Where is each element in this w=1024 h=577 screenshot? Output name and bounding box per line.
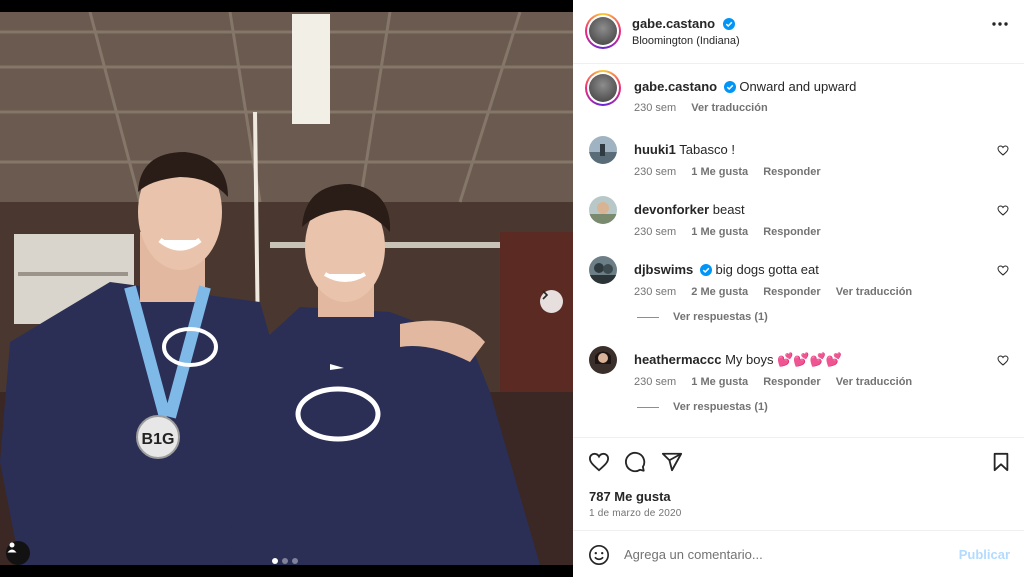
author-avatar[interactable] [585,13,621,49]
author-avatar[interactable] [585,70,621,106]
commenter-avatar[interactable] [589,256,617,284]
comment-text: big dogs gotta eat [715,262,819,277]
verified-badge-icon [723,81,736,93]
comment-text-line: heathermaccc My boys 💕💕💕💕 [634,352,842,368]
post-details-panel: gabe.castano Bloomington (Indiana) gabe.… [573,0,1024,577]
replies-divider [637,316,659,318]
comment-username[interactable]: huuki1 [634,142,676,157]
comments-list[interactable]: gabe.castano Onward and upward 230 sem V… [573,65,1024,437]
tagged-users-button[interactable] [6,541,30,565]
post-location[interactable]: Bloomington (Indiana) [632,35,740,47]
heart-icon[interactable] [997,205,1009,216]
view-replies-label: Ver respuestas (1) [673,401,768,413]
carousel-indicator [272,558,298,564]
user-tag-icon [7,542,17,553]
view-replies-label: Ver respuestas (1) [673,311,768,323]
comment-username[interactable]: heathermaccc [634,352,721,367]
comment-icon[interactable] [624,451,646,473]
comment-meta: 230 sem 2 Me gusta Responder Ver traducc… [634,286,924,298]
comment-like-count[interactable]: 2 Me gusta [691,286,748,298]
comment-age: 230 sem [634,286,677,298]
comment-text-line: devonforker beast [634,202,745,217]
comment-translate-link[interactable]: Ver traducción [836,376,912,388]
replies-divider [637,406,659,408]
comment-like-count[interactable]: 1 Me gusta [691,376,748,388]
next-slide-button[interactable] [540,290,563,313]
caption-author[interactable]: gabe.castano [634,79,717,94]
comment-composer: Publicar [573,531,1024,577]
comment-text: beast [712,202,745,217]
more-options-icon[interactable] [992,22,1008,26]
post-media[interactable]: B1G [0,12,573,565]
verified-badge-icon [699,264,712,276]
comment-meta: 230 sem 1 Me gusta Responder Ver traducc… [634,376,924,388]
commenter-avatar[interactable] [589,196,617,224]
save-icon[interactable] [992,452,1010,472]
comment-age: 230 sem [634,376,677,388]
comment-text-line: djbswims big dogs gotta eat [634,262,819,277]
author-info: gabe.castano [632,15,735,33]
caption-row: gabe.castano Onward and upward 230 sem V… [585,70,1009,114]
like-count[interactable]: 787 Me gusta [589,489,671,504]
comment-reply-button[interactable]: Responder [763,166,820,178]
comment-row: devonforker beast 230 sem 1 Me gusta Res… [589,196,1009,238]
view-replies-button[interactable]: Ver respuestas (1) [637,401,768,413]
comment-row: djbswims big dogs gotta eat 230 sem 2 Me… [589,256,1009,298]
post-actions: 787 Me gusta 1 de marzo de 2020 [573,437,1024,531]
svg-text:B1G: B1G [142,431,175,448]
carousel-dot [292,558,298,564]
comment-meta: 230 sem 1 Me gusta Responder [634,166,833,178]
comment-reply-button[interactable]: Responder [763,226,820,238]
comment-text: Tabasco ! [679,142,735,157]
view-replies-button[interactable]: Ver respuestas (1) [637,311,768,323]
post-header: gabe.castano Bloomington (Indiana) [573,0,1024,64]
caption-text: Onward and upward [739,79,857,94]
caption-meta: 230 sem Ver traducción [634,102,780,114]
heart-icon[interactable] [997,265,1009,276]
comment-translate-link[interactable]: Ver traducción [836,286,912,298]
heart-icon[interactable] [997,355,1009,366]
next-slide-icon [542,290,549,300]
publish-button[interactable]: Publicar [959,547,1010,562]
heart-icon[interactable] [588,452,610,472]
commenter-avatar[interactable] [589,346,617,374]
carousel-dot [272,558,278,564]
comment-username[interactable]: djbswims [634,262,693,277]
comment-reply-button[interactable]: Responder [763,286,820,298]
comment-like-count[interactable]: 1 Me gusta [691,226,748,238]
comment-meta: 230 sem 1 Me gusta Responder [634,226,833,238]
comment-row: huuki1 Tabasco ! 230 sem 1 Me gusta Resp… [589,136,1009,178]
comment-username[interactable]: devonforker [634,202,709,217]
share-icon[interactable] [661,451,683,473]
comment-age: 230 sem [634,226,677,238]
author-username[interactable]: gabe.castano [632,16,715,31]
caption-text-line: gabe.castano Onward and upward [634,79,856,94]
commenter-avatar[interactable] [589,136,617,164]
comment-like-count[interactable]: 1 Me gusta [691,166,748,178]
heart-icon[interactable] [997,145,1009,156]
comment-row: heathermaccc My boys 💕💕💕💕 230 sem 1 Me g… [589,346,1009,388]
caption-translate-link[interactable]: Ver traducción [691,102,767,114]
post-photo: B1G [0,12,573,565]
verified-badge-icon [722,18,735,30]
comment-text-line: huuki1 Tabasco ! [634,142,735,157]
comment-age: 230 sem [634,166,677,178]
carousel-dot [282,558,288,564]
comment-text: My boys 💕💕💕💕 [725,352,842,367]
instagram-post-modal: B1G gabe.castano Bloomington (Indiana) g… [0,0,1024,577]
caption-age: 230 sem [634,102,677,114]
comment-reply-button[interactable]: Responder [763,376,820,388]
post-date[interactable]: 1 de marzo de 2020 [589,508,682,519]
comment-input[interactable] [624,543,944,565]
emoji-icon[interactable] [588,544,610,566]
